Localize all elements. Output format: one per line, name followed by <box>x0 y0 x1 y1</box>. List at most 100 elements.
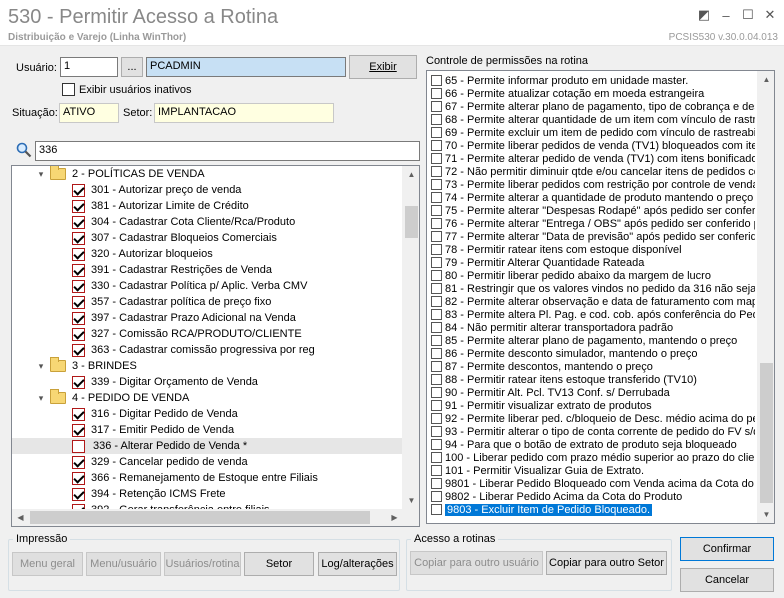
permission-item[interactable]: 78 - Permitir ratear itens com estoque d… <box>431 243 755 256</box>
tree-item-checkbox[interactable] <box>72 215 85 229</box>
routine-tree[interactable]: ▾ 2 - POLÍTICAS DE VENDA 301 - Autorizar p… <box>11 165 420 527</box>
tree-folder[interactable]: ▾ 3 - BRINDES <box>12 357 402 374</box>
permission-item[interactable]: 72 - Não permitir diminuir qtde e/ou can… <box>431 165 755 178</box>
scroll-thumb[interactable] <box>405 206 418 238</box>
scroll-thumb[interactable] <box>760 363 773 503</box>
tree-item-checkbox[interactable] <box>72 311 85 325</box>
tree-folder[interactable]: ▾ 2 - POLÍTICAS DE VENDA <box>12 166 402 182</box>
tree-item-checkbox[interactable] <box>72 199 85 213</box>
usuarios-rotina-button[interactable]: Usuários/rotina <box>164 552 241 576</box>
tree-item[interactable]: 336 - Alterar Pedido de Venda * <box>12 438 402 454</box>
search-input[interactable]: 336 <box>35 141 420 161</box>
permission-checkbox[interactable] <box>431 374 442 385</box>
restore-icon[interactable]: ◩ <box>696 7 712 22</box>
permission-checkbox[interactable] <box>431 413 442 424</box>
permission-item[interactable]: 77 - Permite alterar "Data de previsão" … <box>431 230 755 243</box>
permission-checkbox[interactable] <box>431 140 442 151</box>
permission-item[interactable]: 81 - Restringir que os valores vindos no… <box>431 282 755 295</box>
expand-chevron-icon[interactable]: ▾ <box>36 361 46 372</box>
expand-chevron-icon[interactable]: ▾ <box>36 393 46 404</box>
permission-checkbox[interactable] <box>431 426 442 437</box>
permission-checkbox[interactable] <box>431 179 442 190</box>
permission-item[interactable]: 83 - Permite altera Pl. Pag. e cod. cob.… <box>431 308 755 321</box>
permission-checkbox[interactable] <box>431 153 442 164</box>
permission-checkbox[interactable] <box>431 75 442 86</box>
permission-checkbox[interactable] <box>431 491 442 502</box>
tree-item-checkbox[interactable] <box>72 471 85 485</box>
tree-item[interactable]: 357 - Cadastrar política de preço fixo <box>12 294 402 310</box>
close-icon[interactable]: ✕ <box>762 7 778 22</box>
copiar-setor-button[interactable]: Copiar para outro Setor <box>546 551 667 575</box>
tree-item[interactable]: 366 - Remanejamento de Estoque entre Fil… <box>12 470 402 486</box>
permission-checkbox[interactable] <box>431 244 442 255</box>
tree-item-checkbox[interactable] <box>72 183 85 197</box>
permission-checkbox[interactable] <box>431 387 442 398</box>
permission-item[interactable]: 92 - Permite liberar ped. c/bloqueio de … <box>431 412 755 425</box>
maximize-icon[interactable]: ☐ <box>740 7 756 22</box>
permission-checkbox[interactable] <box>431 465 442 476</box>
scroll-down-icon[interactable]: ▼ <box>758 506 774 523</box>
tree-item[interactable]: 329 - Cancelar pedido de venda <box>12 454 402 470</box>
exibir-button[interactable]: Exibir <box>349 55 417 79</box>
permission-checkbox[interactable] <box>431 101 442 112</box>
permission-item[interactable]: 65 - Permite informar produto em unidade… <box>431 74 755 87</box>
h-scroll-thumb[interactable] <box>30 511 370 524</box>
setor-button[interactable]: Setor <box>244 552 314 576</box>
tree-item-checkbox[interactable] <box>72 343 85 357</box>
permission-checkbox[interactable] <box>431 361 442 372</box>
tree-item-checkbox[interactable] <box>72 327 85 341</box>
permission-checkbox[interactable] <box>431 205 442 216</box>
permissions-vertical-scrollbar[interactable]: ▲ ▼ <box>757 71 774 523</box>
minimize-icon[interactable]: – <box>718 8 734 23</box>
tree-item[interactable]: 397 - Cadastrar Prazo Adicional na Venda <box>12 310 402 326</box>
permission-checkbox[interactable] <box>431 504 442 515</box>
usuario-code-input[interactable]: 1 <box>60 57 118 77</box>
tree-item[interactable]: 391 - Cadastrar Restrições de Venda <box>12 262 402 278</box>
permission-checkbox[interactable] <box>431 452 442 463</box>
expand-chevron-icon[interactable]: ▾ <box>36 169 46 180</box>
permission-checkbox[interactable] <box>431 322 442 333</box>
tree-item[interactable]: 327 - Comissão RCA/PRODUTO/CLIENTE <box>12 326 402 342</box>
tree-horizontal-scrollbar[interactable]: ◀ ▶ <box>12 509 419 526</box>
permission-item[interactable]: 90 - Permitir Alt. Pcl. TV13 Conf. s/ De… <box>431 386 755 399</box>
permission-checkbox[interactable] <box>431 231 442 242</box>
tree-item-checkbox[interactable] <box>72 263 85 277</box>
permission-checkbox[interactable] <box>431 283 442 294</box>
permission-item[interactable]: 100 - Liberar pedido com prazo médio sup… <box>431 451 755 464</box>
permission-item[interactable]: 79 - Permitir Alterar Quantidade Rateada <box>431 256 755 269</box>
permission-checkbox[interactable] <box>431 439 442 450</box>
tree-item-checkbox[interactable] <box>72 439 85 453</box>
permission-item[interactable]: 68 - Permite alterar quantidade de um it… <box>431 113 755 126</box>
tree-item-checkbox[interactable] <box>72 423 85 437</box>
tree-item-checkbox[interactable] <box>72 279 85 293</box>
permission-checkbox[interactable] <box>431 257 442 268</box>
tree-item[interactable]: 301 - Autorizar preço de venda <box>12 182 402 198</box>
permission-item[interactable]: 93 - Permitir alterar o tipo de conta co… <box>431 425 755 438</box>
permission-checkbox[interactable] <box>431 166 442 177</box>
tree-item-checkbox[interactable] <box>72 295 85 309</box>
tree-item[interactable]: 320 - Autorizar bloqueios <box>12 246 402 262</box>
tree-item-checkbox[interactable] <box>72 247 85 261</box>
permission-item[interactable]: 76 - Permite alterar "Entrega / OBS" apó… <box>431 217 755 230</box>
permission-checkbox[interactable] <box>431 218 442 229</box>
show-inactive-checkbox[interactable] <box>62 83 75 96</box>
tree-item-checkbox[interactable] <box>72 455 85 469</box>
tree-item[interactable]: 394 - Retenção ICMS Frete <box>12 486 402 502</box>
confirmar-button[interactable]: Confirmar <box>680 537 774 561</box>
permission-item[interactable]: 84 - Não permitir alterar transportadora… <box>431 321 755 334</box>
permission-item[interactable]: 87 - Permite descontos, mantendo o preço <box>431 360 755 373</box>
permission-item[interactable]: 70 - Permite liberar pedidos de venda (T… <box>431 139 755 152</box>
permission-item[interactable]: 69 - Permite excluir um item de pedido c… <box>431 126 755 139</box>
show-inactive-option[interactable]: Exibir usuários inativos <box>62 83 192 96</box>
tree-item-checkbox[interactable] <box>72 375 85 389</box>
permission-item[interactable]: 85 - Permite alterar plano de pagamento,… <box>431 334 755 347</box>
tree-item[interactable]: 381 - Autorizar Limite de Crédito <box>12 198 402 214</box>
permission-item[interactable]: 73 - Permite liberar pedidos com restriç… <box>431 178 755 191</box>
permission-checkbox[interactable] <box>431 270 442 281</box>
permission-checkbox[interactable] <box>431 296 442 307</box>
copiar-usuario-button[interactable]: Copiar para outro usuário <box>410 551 543 575</box>
permission-item[interactable]: 88 - Permitir ratear itens estoque trans… <box>431 373 755 386</box>
tree-item[interactable]: 330 - Cadastrar Política p/ Aplic. Verba… <box>12 278 402 294</box>
permission-checkbox[interactable] <box>431 309 442 320</box>
permission-checkbox[interactable] <box>431 400 442 411</box>
